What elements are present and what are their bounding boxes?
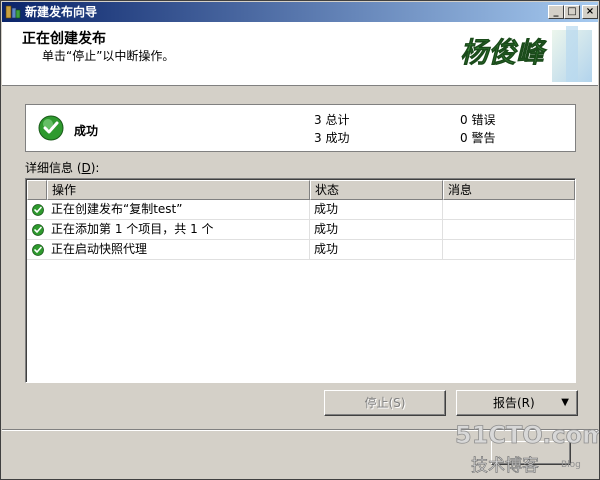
success-check-icon bbox=[32, 224, 44, 236]
row-action: 正在创建发布“复制test” bbox=[47, 200, 310, 220]
header-logo-image: 杨俊峰 bbox=[442, 22, 598, 85]
success-check-icon bbox=[32, 244, 44, 256]
row-action: 正在添加第 1 个项目，共 1 个 bbox=[47, 220, 310, 240]
row-message bbox=[443, 240, 575, 260]
row-action: 正在启动快照代理 bbox=[47, 240, 310, 260]
wizard-window: 新建发布向导 _ □ × 正在创建发布 单击“停止”以中断操作。 杨俊峰 成功 … bbox=[0, 0, 600, 480]
table-row[interactable]: 正在添加第 1 个项目，共 1 个 成功 bbox=[27, 220, 575, 240]
details-table[interactable]: 操作 状态 消息 正在创建发布“复制test” 成功 正在添加第 1 个项目，共… bbox=[25, 178, 576, 383]
success-count: 3 成功 bbox=[314, 131, 350, 145]
column-header-icon[interactable] bbox=[27, 180, 47, 200]
success-check-icon bbox=[38, 115, 64, 141]
minimize-button[interactable]: _ bbox=[548, 5, 564, 19]
row-status: 成功 bbox=[310, 200, 443, 220]
row-status: 成功 bbox=[310, 240, 443, 260]
window-title: 新建发布向导 bbox=[25, 5, 98, 19]
row-status: 成功 bbox=[310, 220, 443, 240]
watermark-blog: Blog bbox=[561, 460, 581, 470]
details-label: 详细信息 (D): bbox=[25, 161, 100, 175]
summary-panel: 成功 3 总计 3 成功 0 错误 0 警告 bbox=[25, 104, 576, 152]
column-header-status[interactable]: 状态 bbox=[310, 180, 443, 200]
warning-count: 0 警告 bbox=[460, 131, 496, 145]
page-subtitle: 单击“停止”以中断操作。 bbox=[42, 49, 175, 63]
page-title: 正在创建发布 bbox=[22, 31, 106, 47]
site-watermark-image: 51CTO.com 技术博客 Blog bbox=[455, 421, 599, 477]
dropdown-arrow-icon: ▼ bbox=[561, 397, 569, 408]
wizard-app-icon bbox=[5, 5, 21, 19]
row-message bbox=[443, 200, 575, 220]
summary-status: 成功 bbox=[74, 124, 99, 138]
title-bar[interactable]: 新建发布向导 _ □ × bbox=[2, 2, 598, 22]
success-check-icon bbox=[32, 204, 44, 216]
table-row[interactable]: 正在启动快照代理 成功 bbox=[27, 240, 575, 260]
column-header-action[interactable]: 操作 bbox=[47, 180, 310, 200]
error-count: 0 错误 bbox=[460, 113, 496, 127]
table-row[interactable]: 正在创建发布“复制test” 成功 bbox=[27, 200, 575, 220]
column-header-message[interactable]: 消息 bbox=[443, 180, 575, 200]
watermark-sub: 技术博客 bbox=[471, 456, 539, 476]
table-header: 操作 状态 消息 bbox=[27, 180, 575, 200]
maximize-button[interactable]: □ bbox=[564, 5, 580, 19]
row-message bbox=[443, 220, 575, 240]
wizard-header: 正在创建发布 单击“停止”以中断操作。 杨俊峰 bbox=[2, 22, 598, 86]
close-button[interactable]: × bbox=[582, 5, 598, 19]
stop-button[interactable]: 停止(S) bbox=[324, 390, 446, 416]
total-count: 3 总计 bbox=[314, 113, 350, 127]
report-button-label: 报告(R) bbox=[493, 396, 535, 410]
logo-text: 杨俊峰 bbox=[460, 36, 548, 69]
watermark-site: 51CTO.com bbox=[455, 421, 599, 449]
